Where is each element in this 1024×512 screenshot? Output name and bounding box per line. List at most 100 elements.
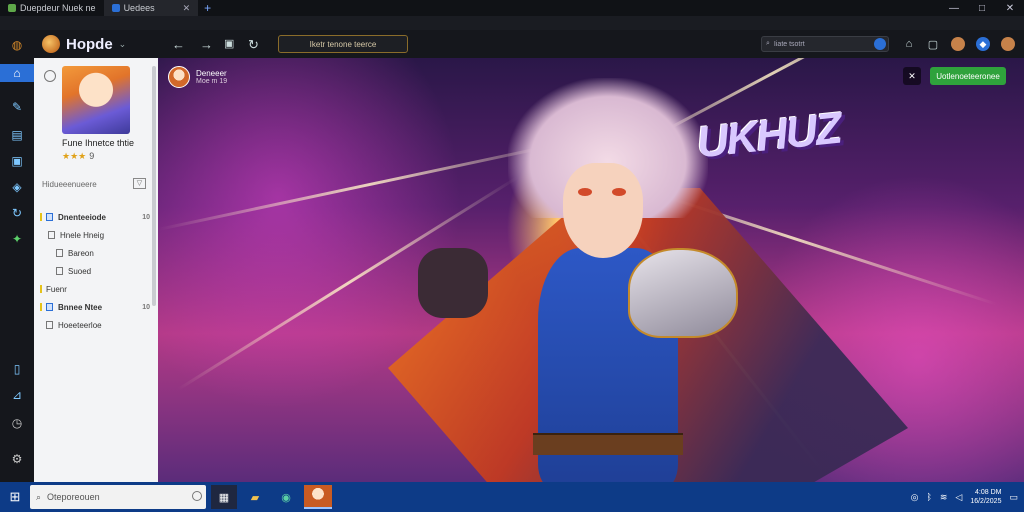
character-belt (533, 433, 683, 455)
tab-2[interactable]: Uedees ✕ (103, 0, 199, 16)
file-icon (56, 249, 63, 257)
reload-icon[interactable]: ↻ (248, 37, 259, 53)
tree-item[interactable]: Suoed (40, 262, 150, 280)
network-icon[interactable]: ◎ (911, 492, 919, 503)
new-tab-button[interactable]: + (198, 1, 217, 15)
app-logo-icon (42, 35, 60, 53)
app-thumbnail-icon[interactable] (304, 485, 332, 509)
minimize-button[interactable]: — (940, 0, 968, 16)
home-icon[interactable]: ⌂ (0, 64, 34, 82)
notification-icon[interactable]: ▭ (1009, 492, 1018, 503)
globe-icon[interactable]: ◍ (8, 36, 26, 54)
maximize-button[interactable]: □ (968, 0, 996, 16)
shield-icon[interactable]: ◈ (8, 178, 26, 196)
close-button[interactable]: ✕ (996, 0, 1024, 16)
folder-icon (46, 213, 53, 221)
character-fist (418, 248, 488, 318)
profile-name: Fune Ihnetce thtie (62, 138, 135, 148)
marker-icon (40, 213, 42, 221)
bookmark-icon[interactable]: ⊿ (8, 386, 26, 404)
section-label: Hidueeenueere (42, 180, 97, 189)
close-tab-icon[interactable]: ✕ (183, 3, 191, 14)
tree-item-label: Bareon (68, 248, 94, 258)
folder-icon (48, 231, 55, 239)
wifi-icon[interactable]: ≋ (940, 492, 948, 503)
primary-action-button[interactable]: Uotlenoeteeronee (930, 67, 1006, 85)
folder-icon (46, 303, 53, 311)
poster-meta: Moe m 19 (196, 78, 228, 85)
shield-icon[interactable]: ◆ (976, 37, 990, 51)
bluetooth-icon[interactable]: ᛒ (926, 492, 931, 502)
app-title: Hopde (66, 35, 113, 53)
tree-item-label: Fuenr (46, 284, 67, 294)
system-tray: ◎ ᛒ ≋ ◁ 4:08 DM 16/2/2025 ▭ (911, 482, 1018, 512)
marker-icon (40, 285, 42, 293)
tree-item[interactable]: Dnenteeiode 10 (40, 208, 150, 226)
chevron-down-icon[interactable]: ⌄ (119, 39, 127, 50)
tree-item[interactable]: Bnnee Ntee 10 (40, 298, 150, 316)
microphone-icon[interactable] (192, 491, 202, 501)
rating: ★★★ 9 (62, 151, 94, 162)
side-panel: Fune Ihnetce thtie ★★★ 9 Hidueeenueere ▽ … (34, 58, 158, 482)
taskbar-search-input[interactable]: ⌕ Oteporeouen (30, 485, 206, 509)
window-controls: — □ ✕ (940, 0, 1024, 16)
character-face (563, 163, 643, 258)
url-field[interactable]: Iketr tenone teerce (278, 35, 408, 53)
search-go-icon[interactable] (874, 38, 886, 50)
volume-icon[interactable]: ◁ (955, 492, 962, 503)
tablet-icon[interactable]: ▯ (8, 360, 26, 378)
tree-item[interactable]: Bareon (40, 244, 150, 262)
dismiss-button[interactable]: ✕ (903, 67, 921, 85)
windows-start-icon[interactable]: ⊞ (0, 482, 30, 512)
app-header[interactable]: Hopde ⌄ (34, 30, 158, 58)
tree-item[interactable]: Hnele Hneig (40, 226, 150, 244)
avatar[interactable] (62, 66, 130, 134)
home-icon[interactable]: ⌂ (902, 37, 916, 51)
rating-count: 9 (89, 151, 95, 161)
character-armor (628, 248, 738, 338)
poster-avatar (168, 66, 190, 88)
back-icon[interactable]: ← (172, 37, 185, 52)
sync-icon[interactable]: ↻ (8, 204, 26, 222)
task-view-icon[interactable]: ▦ (211, 485, 237, 509)
tab-favicon-icon (111, 4, 120, 12)
search-icon: ⌕ (766, 40, 770, 47)
poster-info[interactable]: Deneeer Moe m 19 (168, 66, 227, 88)
star-icon: ★★★ (62, 151, 87, 161)
tab-favicon-icon (8, 4, 16, 12)
browser-icon[interactable]: ◉ (273, 485, 299, 509)
clock[interactable]: 4:08 DM 16/2/2025 (970, 488, 1001, 506)
tree-item-label: Dnenteeiode (58, 212, 107, 222)
avatar[interactable] (951, 37, 965, 51)
document-icon[interactable]: ▤ (8, 126, 26, 144)
tree-item[interactable]: Fuenr (40, 280, 150, 298)
extension-icon[interactable]: ✦ (8, 230, 26, 248)
folder-icon[interactable]: ▰ (242, 485, 268, 509)
taskbar-search-placeholder: Oteporeouen (47, 492, 100, 502)
tab-1[interactable]: Duepdeur Nuek ne (0, 0, 104, 16)
tree-item-label: Hnele Hneig (60, 230, 105, 240)
filter-icon[interactable]: ▽ (133, 178, 146, 189)
account-icon[interactable] (1001, 37, 1015, 51)
character-eye (578, 188, 592, 196)
refresh-icon[interactable] (44, 70, 56, 82)
scrollbar[interactable] (152, 66, 156, 306)
search-icon: ⌕ (36, 491, 42, 502)
marker-icon (40, 303, 42, 311)
settings-icon[interactable]: ⚙ (8, 450, 26, 468)
file-icon (56, 267, 63, 275)
window-icon[interactable]: ▢ (926, 37, 940, 51)
forward-icon[interactable]: → (200, 37, 213, 52)
search-input[interactable]: ⌕ Iiate tsotrt (761, 36, 889, 52)
clock-time: 4:08 DM (975, 489, 1002, 496)
tree-item-label: Bnnee Ntee (58, 302, 103, 312)
layout-icon[interactable]: ▣ (8, 152, 26, 170)
edit-icon[interactable]: ✎ (8, 98, 26, 116)
clock-icon[interactable]: ◷ (8, 414, 26, 432)
tab-2-label: Uedees (123, 3, 155, 13)
hero-banner: UKHUZ Deneeer Moe m 19 ✕ Uotlenoeteerone… (158, 58, 1024, 482)
tab-view-icon[interactable]: ▣ (224, 37, 234, 50)
tree-item-label: Suoed (68, 266, 92, 276)
tree-item-count: 10 (142, 213, 150, 221)
tree-item[interactable]: Hoeeteerloe (40, 316, 150, 334)
